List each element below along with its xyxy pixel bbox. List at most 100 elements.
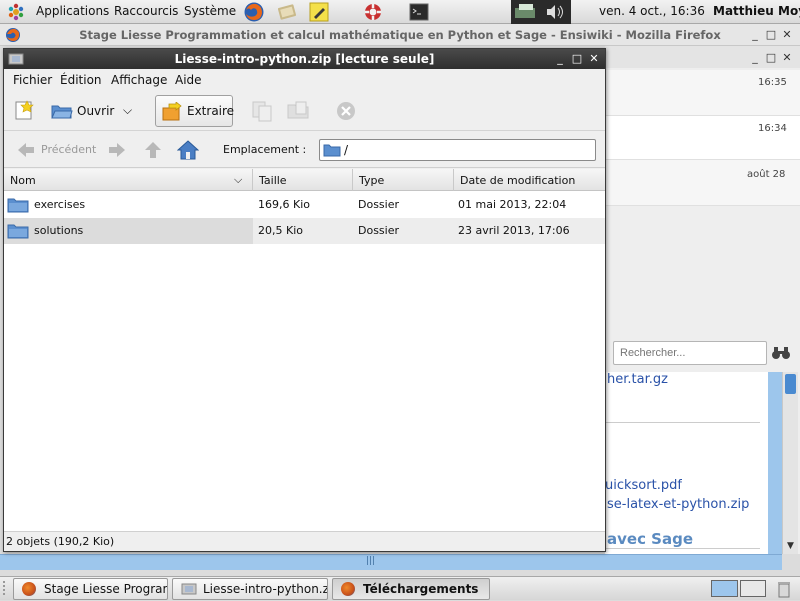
terminal-launcher-icon[interactable] — [408, 1, 430, 23]
download-time: 16:34 — [758, 123, 787, 134]
show-desktop-icon[interactable] — [3, 581, 11, 595]
archive-close-icon[interactable]: ✕ — [587, 52, 601, 66]
downloads-search-input[interactable] — [613, 341, 767, 365]
firefox-inner-close-icon[interactable]: ✕ — [780, 51, 794, 65]
location-label: Emplacement : — [223, 143, 307, 156]
open-label: Ouvrir — [77, 104, 115, 118]
table-row[interactable]: solutions 20,5 Kio Dossier 23 avril 2013… — [4, 218, 605, 244]
forward-arrow-icon[interactable] — [108, 142, 126, 158]
location-value: / — [344, 143, 349, 157]
archive-maximize-icon[interactable]: □ — [570, 52, 584, 66]
scroll-grip-icon[interactable]: ||| — [366, 556, 375, 566]
taskbar-item-downloads[interactable]: Téléchargements — [332, 578, 490, 600]
page-heading: avec Sage — [607, 530, 694, 548]
download-item[interactable]: août 28 — [605, 160, 800, 206]
column-header-date[interactable]: Date de modification — [454, 169, 605, 191]
firefox-horizontal-scrollbar[interactable]: ||| — [0, 554, 782, 570]
firefox-maximize-icon[interactable]: □ — [764, 28, 778, 42]
archive-menubar: Fichier Édition Affichage Aide — [4, 69, 605, 91]
stop-icon[interactable] — [336, 101, 356, 121]
firefox-vertical-scrollbar[interactable]: ▼ — [782, 372, 798, 554]
menu-systeme[interactable]: Système — [184, 4, 236, 18]
menu-applications[interactable]: Applications — [36, 4, 109, 18]
scroll-down-icon[interactable]: ▼ — [783, 539, 798, 553]
file-manager-launcher-icon[interactable] — [276, 1, 298, 23]
chevron-down-icon[interactable]: ⌵ — [123, 103, 132, 118]
archive-manager-window: Liesse-intro-python.zip [lecture seule] … — [3, 48, 606, 552]
column-header-date-label: Date de modification — [460, 174, 576, 187]
row-date: 01 mai 2013, 22:04 — [458, 198, 567, 211]
user-menu[interactable]: Matthieu Moy — [713, 4, 800, 18]
trash-icon[interactable] — [776, 580, 792, 598]
menu-aide[interactable]: Aide — [175, 73, 202, 87]
download-item[interactable]: 16:34 — [605, 116, 800, 160]
page-link[interactable]: uicksort.pdf — [605, 478, 682, 493]
page-separator — [605, 422, 760, 423]
firefox-launcher-icon[interactable] — [243, 1, 265, 23]
menu-raccourcis[interactable]: Raccourcis — [114, 4, 178, 18]
top-panel: Applications Raccourcis Système ven. 4 o… — [0, 0, 800, 24]
menu-affichage[interactable]: Affichage — [111, 73, 167, 87]
row-date: 23 avril 2013, 17:06 — [458, 224, 570, 237]
folder-icon — [7, 223, 29, 239]
workspace-1-icon[interactable] — [711, 580, 738, 597]
volume-icon[interactable] — [541, 0, 571, 24]
archive-minimize-icon[interactable]: _ — [553, 52, 567, 66]
firefox-close-icon[interactable]: ✕ — [780, 28, 794, 42]
taskbar-item-archive[interactable]: Liesse-intro-python.z... — [172, 578, 328, 600]
table-row[interactable]: exercises 169,6 Kio Dossier 01 mai 2013,… — [4, 192, 605, 218]
lifebuoy-launcher-icon[interactable] — [362, 1, 384, 23]
row-size: 20,5 Kio — [258, 224, 303, 237]
search-binoculars-icon[interactable] — [771, 345, 791, 361]
firefox-inner-maximize-icon[interactable]: □ — [764, 51, 778, 65]
back-label[interactable]: Précédent — [41, 143, 96, 156]
open-folder-icon — [51, 102, 73, 120]
clock[interactable]: ven. 4 oct., 16:36 — [599, 4, 705, 18]
up-arrow-icon[interactable] — [144, 141, 162, 159]
back-arrow-icon[interactable] — [17, 142, 35, 158]
location-input[interactable]: / — [319, 139, 596, 161]
page-link[interactable]: se-latex-et-python.zip — [607, 497, 749, 512]
column-header-name[interactable]: Nom ⌵ — [4, 169, 253, 191]
file-list: Nom ⌵ Taille Type Date de modification e… — [4, 169, 605, 531]
menu-fichier[interactable]: Fichier — [13, 73, 52, 87]
status-text: 2 objets (190,2 Kio) — [6, 535, 115, 548]
firefox-task-icon — [22, 582, 36, 596]
downloads-task-icon — [341, 582, 355, 596]
menu-edition[interactable]: Édition — [60, 73, 102, 87]
archive-titlebar[interactable]: Liesse-intro-python.zip [lecture seule] … — [4, 49, 605, 69]
download-time: 16:35 — [758, 77, 787, 88]
firefox-minimize-icon[interactable]: _ — [748, 28, 762, 42]
sort-chevron-icon[interactable]: ⌵ — [234, 173, 242, 187]
text-editor-launcher-icon[interactable] — [308, 1, 330, 23]
new-archive-icon[interactable] — [13, 99, 35, 121]
download-time: août 28 — [747, 169, 786, 180]
home-icon[interactable] — [176, 139, 200, 161]
workspace-2-icon[interactable] — [740, 580, 766, 597]
column-header-type[interactable]: Type — [353, 169, 454, 191]
firefox-titlebar[interactable]: Stage Liesse Programmation et calcul mat… — [0, 24, 800, 46]
row-size: 169,6 Kio — [258, 198, 310, 211]
scroll-thumb[interactable] — [785, 374, 796, 394]
column-header-size-label: Taille — [259, 174, 287, 187]
bottom-panel: Stage Liesse Program... Liesse-intro-pyt… — [0, 576, 800, 600]
page-separator — [605, 548, 760, 549]
firefox-inner-minimize-icon[interactable]: _ — [748, 51, 762, 65]
extract-icon — [161, 101, 183, 122]
firefox-left-strip — [768, 372, 782, 554]
download-item[interactable]: 16:35 — [605, 70, 800, 116]
network-monitor-icon[interactable] — [511, 0, 541, 24]
taskbar-label: Stage Liesse Program... — [44, 582, 167, 596]
add-files-icon[interactable] — [251, 100, 275, 122]
gnome-foot-icon[interactable] — [7, 3, 25, 21]
taskbar-item-firefox[interactable]: Stage Liesse Program... — [13, 578, 168, 600]
taskbar-label: Téléchargements — [363, 582, 479, 596]
open-button[interactable]: Ouvrir ⌵ — [48, 95, 136, 127]
add-folder-icon[interactable] — [286, 100, 312, 122]
column-header-size[interactable]: Taille — [253, 169, 353, 191]
extract-label: Extraire — [187, 104, 235, 118]
page-link[interactable]: her.tar.gz — [607, 372, 668, 387]
row-type: Dossier — [358, 198, 400, 211]
extract-button[interactable]: Extraire — [155, 95, 235, 127]
location-bar: Précédent Emplacement : / — [4, 132, 605, 168]
